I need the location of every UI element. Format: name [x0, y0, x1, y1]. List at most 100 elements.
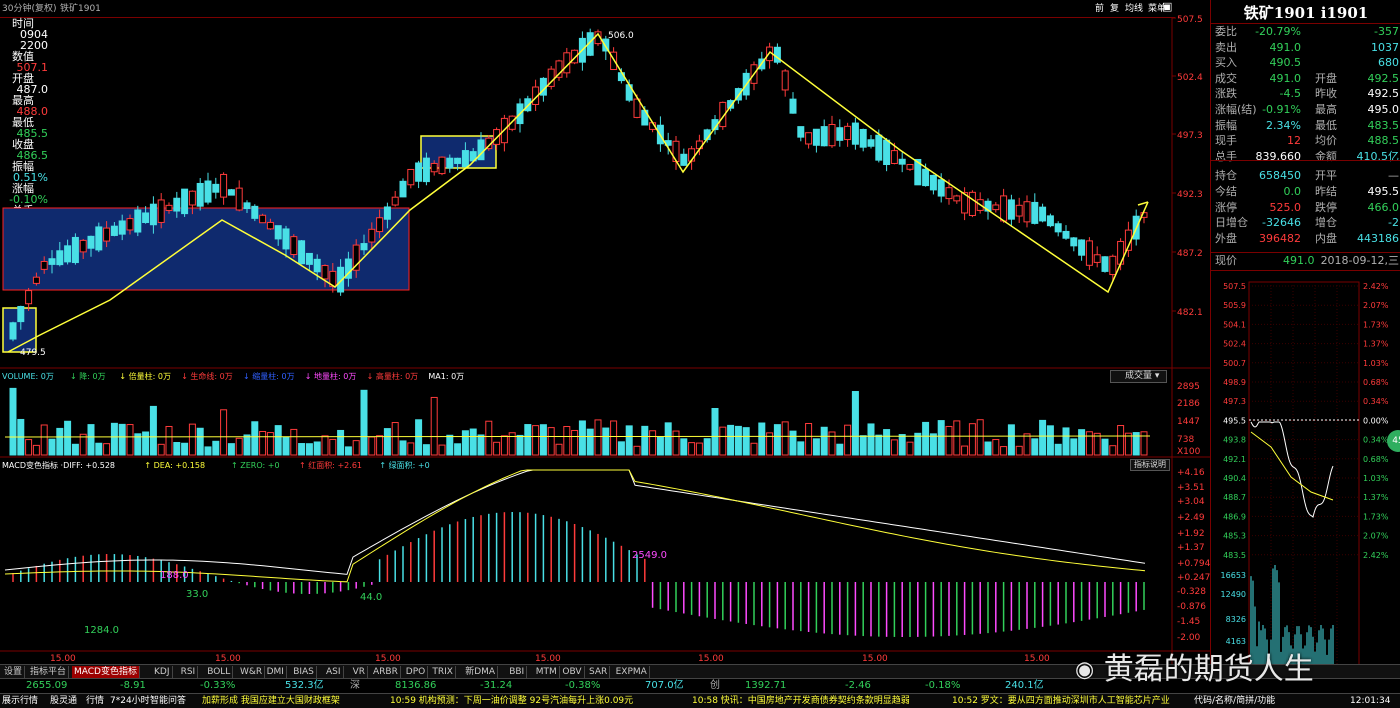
volume-dropdown[interactable]: 成交量 ▾	[1110, 370, 1167, 383]
mini-axis-label: 1.37%	[1363, 493, 1389, 502]
tab-12[interactable]: DPO	[404, 666, 429, 678]
quote-cell: 开平	[1315, 169, 1337, 183]
quote-cell: 卖出	[1215, 40, 1237, 54]
macd-tick-label: -2.00	[1177, 633, 1201, 643]
volume-bar	[727, 424, 735, 456]
quote-cell: 开盘	[1315, 71, 1337, 85]
volume-bar	[984, 441, 992, 456]
tab-10[interactable]: VR	[351, 666, 369, 678]
intraday-mini-chart[interactable]: 507.5 2.42% 505.9 2.07% 504.1 1.73% 502.4 1.37%…	[1211, 272, 1400, 667]
candle-body	[820, 126, 828, 147]
mini-axis-label: 8326	[1226, 615, 1246, 624]
candle-body	[805, 132, 813, 145]
quote-cell: 均价	[1315, 134, 1337, 148]
volume-bar	[196, 427, 204, 456]
quote-cell: 492.5	[1367, 87, 1400, 101]
tab-8[interactable]: BIAS	[291, 666, 317, 678]
mini-axis-label: 1.03%	[1363, 474, 1389, 483]
kline-chart[interactable]: 507.5 502.4 497.3 492.3 487.2 482.1 506.0 479.5…	[0, 0, 1210, 664]
mini-axis-label: 483.5	[1223, 551, 1246, 560]
volume-bar	[571, 429, 579, 456]
candle-body	[149, 203, 157, 226]
bottom-item-4[interactable]: 智能问答	[150, 695, 186, 707]
quote-cell: 495.5	[1367, 185, 1400, 198]
volume-bar	[781, 421, 789, 456]
tab-5[interactable]: BOLL	[205, 666, 234, 678]
volume-bar	[313, 441, 321, 456]
volume-bar	[235, 437, 243, 456]
candle-body	[251, 205, 259, 219]
quote-row: 日增仓 -32646 增仓 -2	[1211, 215, 1400, 231]
volume-bar	[48, 438, 56, 456]
volume-bar	[9, 387, 17, 456]
tab-7[interactable]: DMI	[265, 666, 287, 678]
tab-6[interactable]: W&R	[238, 666, 266, 678]
now-price-value: 491.0	[1283, 254, 1315, 267]
news-item[interactable]: 10:52 罗文：要从四方面推动深圳市人工智能芯片产业	[952, 695, 1170, 707]
mini-axis-label: 2.42%	[1363, 282, 1389, 291]
quote-cell: -32646	[1262, 216, 1301, 230]
candle-body	[188, 190, 196, 206]
tab-18[interactable]: SAR	[587, 666, 611, 678]
news-item[interactable]: 10:58 快讯：中国房地产开发商债券契约条款明显趋弱	[692, 695, 910, 707]
status-value: 240.1亿	[1005, 680, 1044, 691]
quote-cell: 昨结	[1315, 185, 1337, 198]
quote-cell: 680	[1378, 56, 1399, 70]
tab-3[interactable]: KDJ	[152, 666, 173, 678]
volume-bar	[539, 424, 547, 456]
status-value: 创	[710, 680, 720, 691]
volume-bar	[157, 443, 165, 456]
tab-16[interactable]: MTM	[534, 666, 560, 678]
volume-bar	[485, 420, 493, 456]
volume-bar	[711, 407, 719, 456]
mini-axis-label: 12490	[1221, 590, 1246, 599]
tab-17[interactable]: OBV	[560, 666, 585, 678]
news-item[interactable]: 加薪形成 我国应建立大国财政框架	[202, 695, 340, 707]
tab-14[interactable]: 新DMA	[463, 666, 499, 678]
tab-11[interactable]: ARBR	[371, 666, 401, 678]
bottom-item-1[interactable]: 股灵通	[50, 695, 77, 707]
candle-body	[95, 226, 103, 251]
candle-body	[383, 206, 391, 220]
volume-bar	[212, 440, 220, 456]
bottom-item-2[interactable]: 行情	[86, 695, 104, 707]
indicator-help-button[interactable]: 指标说明	[1130, 459, 1170, 471]
candle-body	[368, 228, 376, 243]
status-value: 2655.09	[26, 680, 68, 691]
mini-axis-label: 0.34%	[1363, 436, 1389, 445]
code-search-input[interactable]: 代码/名称/简拼/功能	[1194, 695, 1275, 707]
mini-axis-label: 0.68%	[1363, 378, 1389, 387]
candle-body	[937, 179, 945, 197]
legend-item: ↓ 高量柱: 0万	[366, 372, 419, 381]
volume-bar	[656, 436, 664, 456]
volume-bar	[243, 434, 251, 456]
candle-body	[212, 183, 220, 193]
tab-2[interactable]: MACD变色指标	[72, 666, 140, 678]
candle-body	[17, 305, 25, 323]
candle-body	[1070, 237, 1078, 247]
candle-body	[859, 128, 867, 148]
tab-1[interactable]: 指标平台	[28, 666, 70, 678]
now-price-row: 现价 491.0 2018-09-12,三	[1211, 253, 1400, 269]
volume-bar	[430, 396, 438, 456]
tab-13[interactable]: TRIX	[430, 666, 456, 678]
bottom-item-0[interactable]: 展示行情	[2, 695, 38, 707]
tab-19[interactable]: EXPMA	[614, 666, 650, 678]
mini-axis-label: 2.07%	[1363, 301, 1389, 310]
tab-0[interactable]: 设置	[2, 666, 26, 678]
volume-bar	[844, 424, 852, 456]
quote-row: 持仓 658450 开平 —	[1211, 168, 1400, 184]
candle-body	[430, 162, 438, 173]
mini-badge-text: 45	[1392, 436, 1400, 446]
tab-9[interactable]: ASI	[324, 666, 344, 678]
tab-15[interactable]: BBI	[507, 666, 528, 678]
bottom-item-3[interactable]: 7*24小时	[110, 695, 150, 707]
news-item[interactable]: 10:59 机构预测：下周一油价调整 92号汽油每升上涨0.09元	[390, 695, 633, 707]
tab-4[interactable]: RSI	[179, 666, 199, 678]
macd-tick-label: -1.45	[1177, 617, 1200, 627]
candle-body	[134, 209, 142, 233]
legend-item: ↓ 倍量柱: 0万	[119, 372, 171, 381]
candle-body	[789, 98, 797, 114]
quote-date: 2018-09-12,三	[1320, 254, 1399, 267]
time-tick-label: 15.00	[375, 654, 401, 664]
